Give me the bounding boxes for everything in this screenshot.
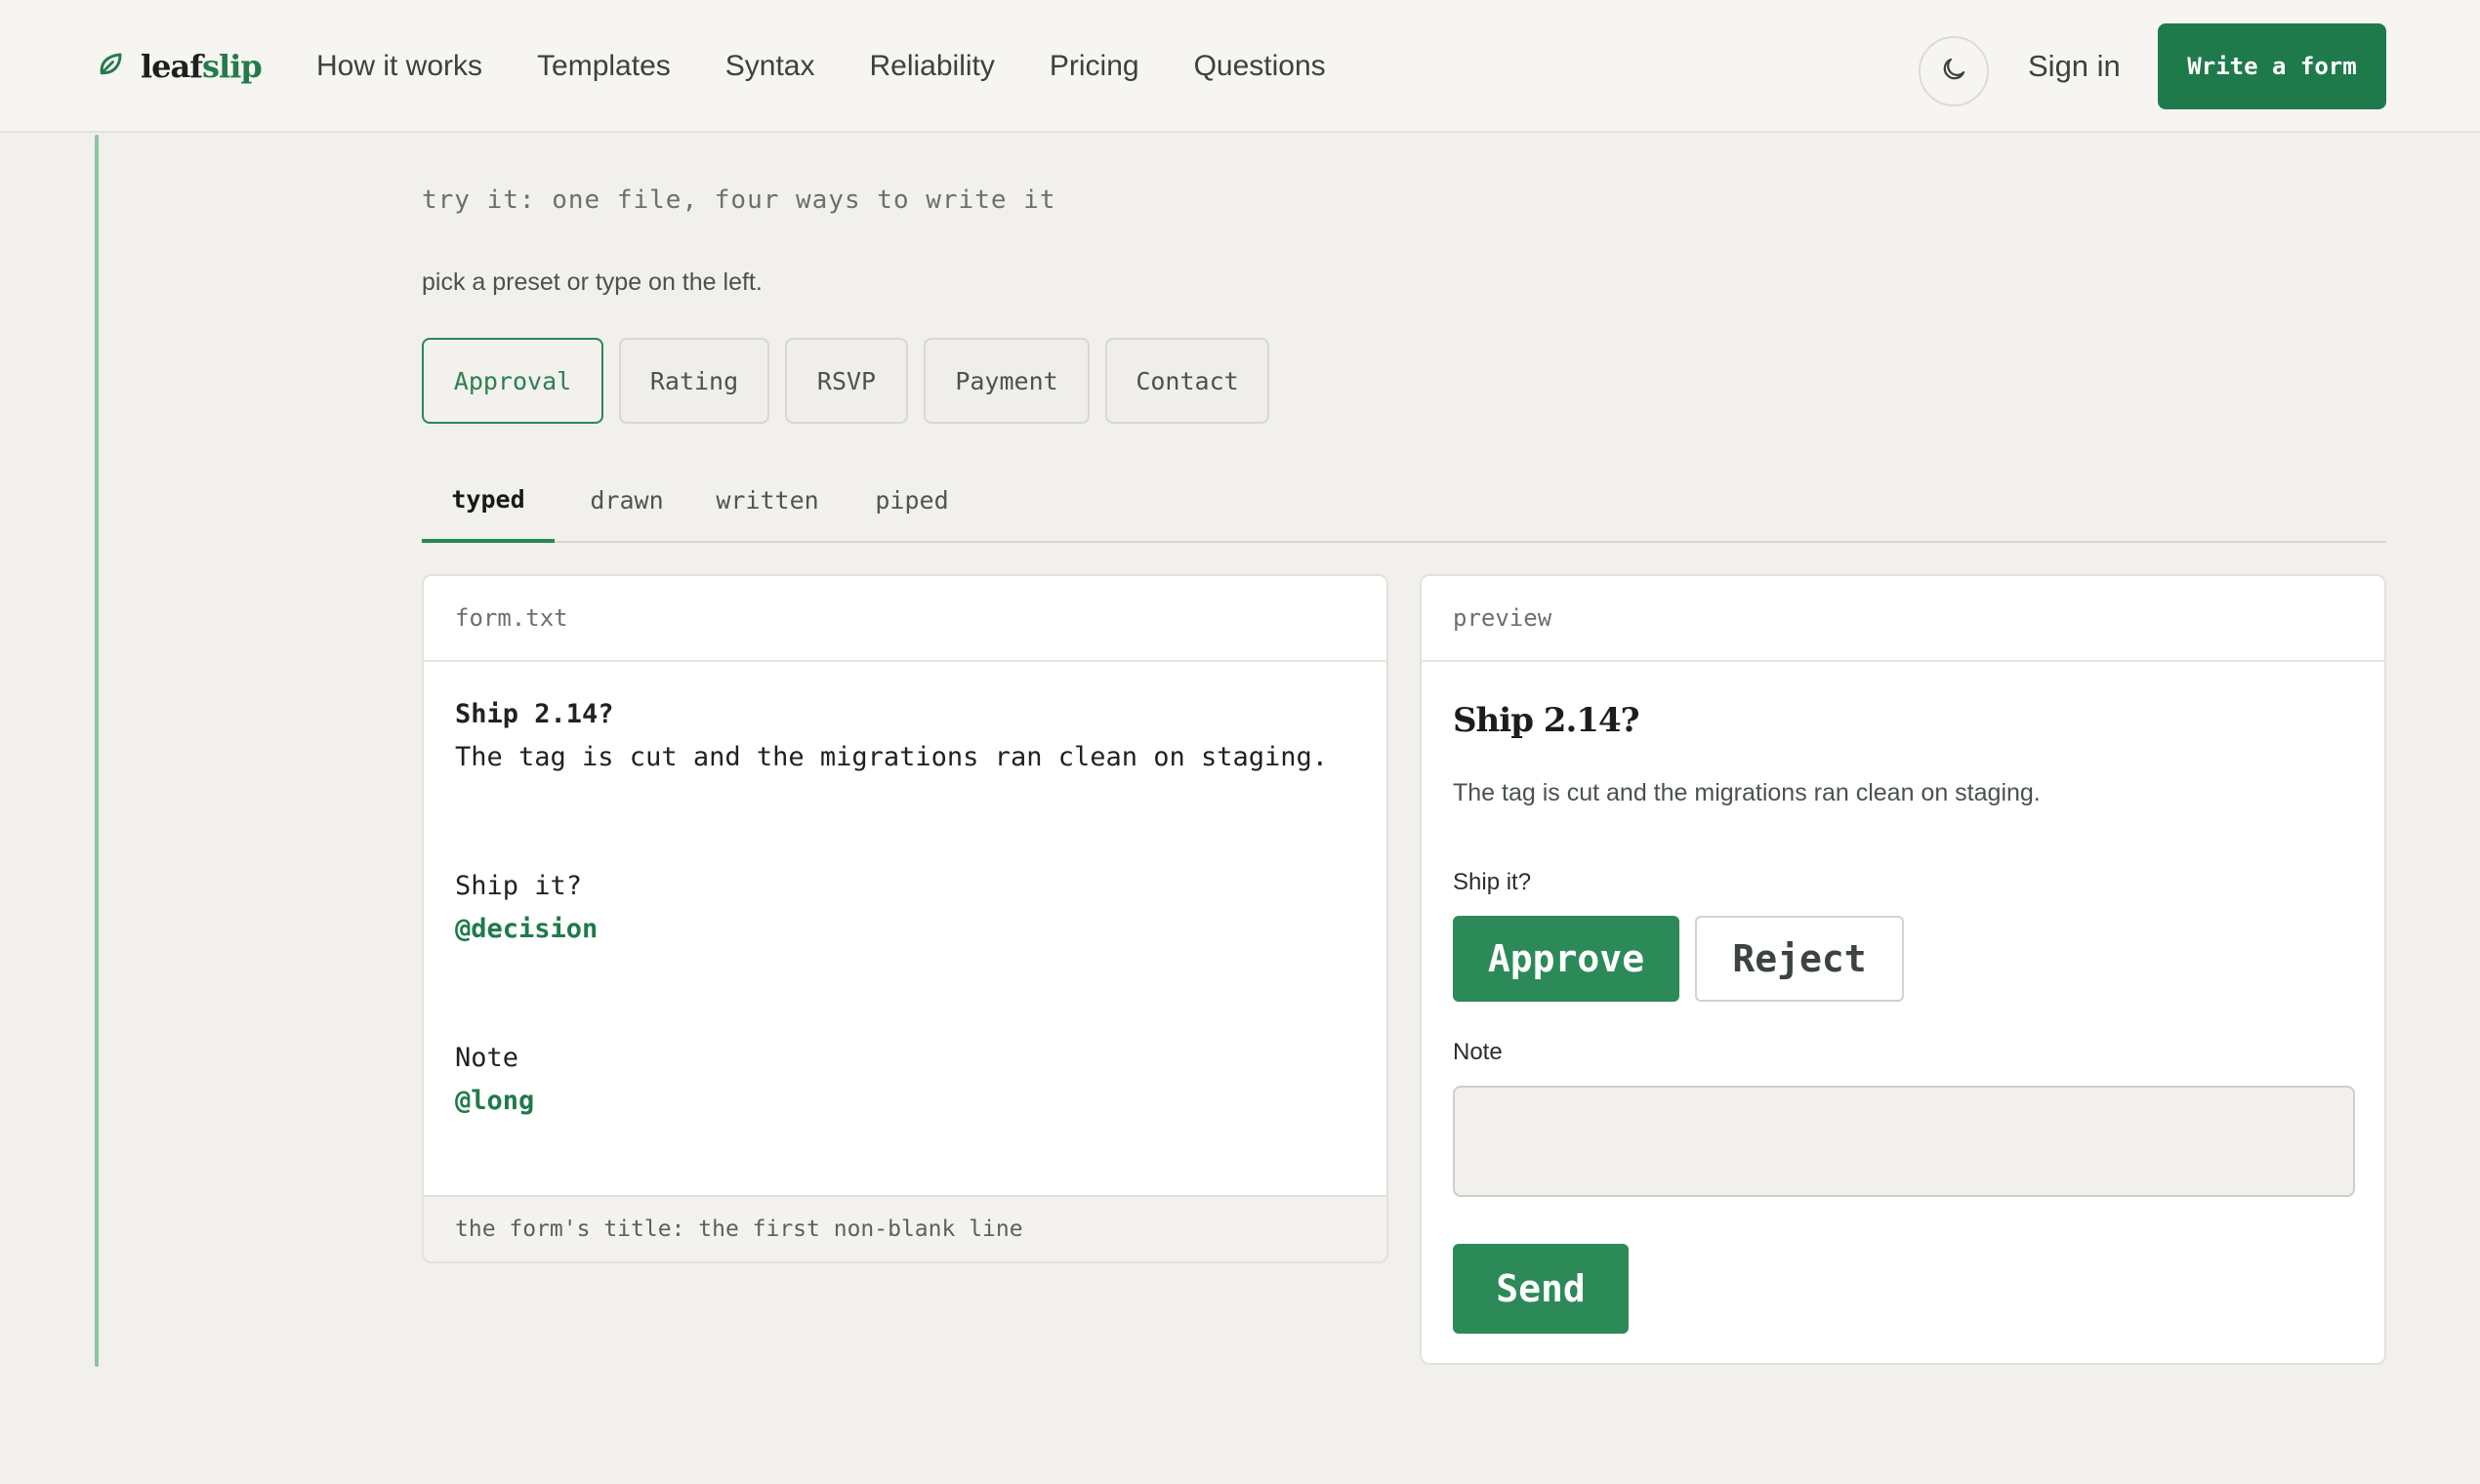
preset-list: Approval Rating RSVP Payment Contact (422, 338, 1285, 424)
code-line-description[interactable]: The tag is cut and the migrations ran cl… (455, 742, 1328, 772)
editor-hint: the form's title: the first non-blank li… (424, 1195, 1386, 1261)
note-label: Note (1453, 1039, 1503, 1065)
question-label: Ship it? (1453, 869, 1532, 895)
nav-questions[interactable]: Questions (1194, 45, 1326, 88)
preset-contact[interactable]: Contact (1105, 338, 1269, 424)
section-heading: try it: one file, four ways to write it (422, 186, 1056, 215)
code-line-decision-tag[interactable]: @decision (455, 914, 598, 944)
preview-description: The tag is cut and the migrations ran cl… (1453, 779, 2041, 806)
preset-rating[interactable]: Rating (619, 338, 769, 424)
note-textarea[interactable] (1453, 1086, 2355, 1197)
preset-rsvp[interactable]: RSVP (785, 338, 908, 424)
code-line-note[interactable]: Note (455, 1043, 518, 1073)
editor-filename: form.txt (424, 576, 1386, 662)
code-line-long-tag[interactable]: @long (455, 1086, 534, 1116)
code-line-title[interactable]: Ship 2.14? (455, 699, 614, 729)
site-header: leafslip How it works Templates Syntax R… (0, 0, 2480, 133)
editor-panel: form.txt Ship 2.14? The tag is cut and t… (422, 574, 1388, 1263)
nav-pricing[interactable]: Pricing (1050, 45, 1139, 88)
left-rail-divider (95, 135, 99, 1367)
tab-written[interactable]: written (699, 459, 836, 541)
nav-reliability[interactable]: Reliability (869, 45, 994, 88)
preview-panel: preview Ship 2.14? The tag is cut and th… (1420, 574, 2386, 1365)
moon-icon (1939, 55, 1968, 89)
nav-how-it-works[interactable]: How it works (316, 45, 482, 88)
send-button[interactable]: Send (1453, 1244, 1629, 1334)
approve-button[interactable]: Approve (1453, 916, 1679, 1002)
preset-payment[interactable]: Payment (924, 338, 1090, 424)
tab-drawn[interactable]: drawn (568, 459, 685, 541)
preview-title: Ship 2.14? (1453, 701, 1640, 740)
nav-syntax[interactable]: Syntax (725, 45, 815, 88)
write-form-button[interactable]: Write a form (2158, 23, 2386, 109)
theme-toggle-button[interactable] (1919, 36, 1989, 106)
reject-button[interactable]: Reject (1695, 916, 1904, 1002)
preset-approval[interactable]: Approval (422, 338, 603, 424)
tab-piped[interactable]: piped (851, 459, 972, 541)
input-mode-tabs: typed drawn written piped (422, 459, 2386, 543)
section-subtitle: pick a preset or type on the left. (422, 268, 763, 296)
brand-name: leafslip (141, 48, 263, 85)
tab-typed[interactable]: typed (422, 459, 555, 543)
leaf-icon (96, 50, 141, 84)
brand-logo[interactable]: leafslip (96, 45, 263, 88)
main-nav: How it works Templates Syntax Reliabilit… (316, 45, 1381, 88)
sign-in-link[interactable]: Sign in (2028, 45, 2121, 88)
code-line-question[interactable]: Ship it? (455, 871, 582, 901)
preview-header: preview (1422, 576, 2384, 662)
nav-templates[interactable]: Templates (537, 45, 671, 88)
